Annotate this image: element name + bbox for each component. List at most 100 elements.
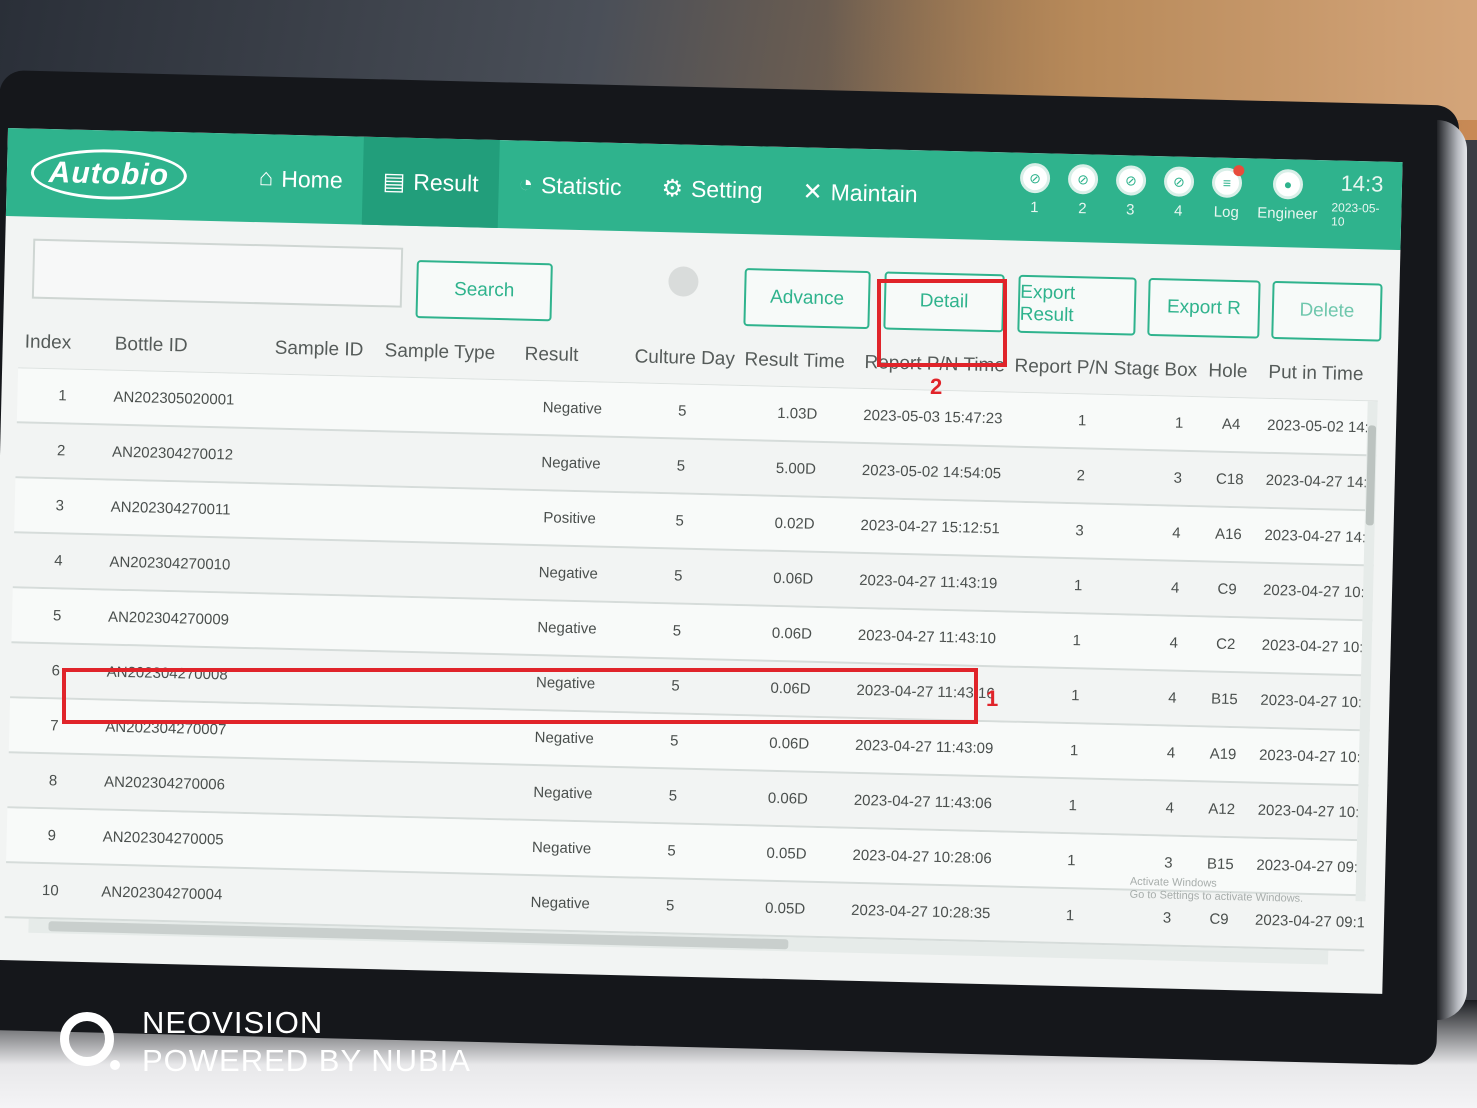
table-cell: 8 bbox=[48, 772, 58, 790]
table-cell: Negative bbox=[541, 454, 601, 473]
table-cell: AN202304270010 bbox=[109, 553, 231, 574]
table-cell: A4 bbox=[1221, 415, 1241, 434]
table-cell: 2023-04-27 10:18:25 bbox=[1261, 636, 1371, 657]
column-header[interactable]: Bottle ID bbox=[108, 333, 268, 359]
drawer-status-3[interactable]: ⊘ 3 bbox=[1113, 165, 1148, 219]
table-cell: 5 bbox=[675, 512, 684, 530]
table-cell: C18 bbox=[1215, 470, 1244, 489]
table-cell: 2023-04-27 14:47:24 bbox=[1265, 471, 1375, 492]
table-cell: 3 bbox=[1173, 469, 1183, 487]
table-cell: B15 bbox=[1206, 855, 1234, 874]
drawer-icon: ⊘ bbox=[1067, 163, 1099, 195]
table-cell: A19 bbox=[1209, 745, 1237, 764]
table-cell bbox=[369, 734, 509, 737]
table-cell bbox=[259, 731, 369, 734]
table-cell: 1.03D bbox=[777, 404, 818, 423]
annotation-label-1: 1 bbox=[986, 686, 999, 711]
home-icon: ⌂ bbox=[258, 164, 274, 192]
drawer-icon: ⊘ bbox=[1115, 165, 1147, 196]
table-cell: 5 bbox=[665, 897, 675, 915]
drawer-status-1[interactable]: ⊘ 1 bbox=[1017, 162, 1052, 217]
status-area: ⊘ 1 ⊘ 2 ⊘ 3 ⊘ 4 ≡ Log ● Engineer 14:3 20… bbox=[1017, 162, 1393, 242]
column-header[interactable]: Report P/N Stage bbox=[1008, 355, 1158, 381]
table-cell: 5 bbox=[669, 732, 679, 750]
document-icon: ▤ bbox=[382, 167, 406, 196]
notification-badge bbox=[1233, 164, 1245, 177]
tab-result[interactable]: ▤ Result bbox=[361, 136, 500, 228]
table-cell: 1 bbox=[1174, 414, 1184, 432]
table-cell: Negative bbox=[534, 729, 595, 748]
table-cell: 9 bbox=[47, 827, 57, 845]
tab-setting[interactable]: ⚙ Setting bbox=[640, 144, 783, 235]
column-header[interactable]: Result bbox=[518, 343, 629, 368]
delete-button[interactable]: Delete bbox=[1271, 280, 1383, 342]
drawer-label: 1 bbox=[1029, 199, 1039, 217]
camera-logo-dot bbox=[110, 1060, 120, 1070]
table-cell bbox=[373, 569, 513, 572]
drawer-status-4[interactable]: ⊘ 4 bbox=[1161, 166, 1196, 220]
table-cell: Negative bbox=[531, 839, 592, 858]
table-cell: AN202304270006 bbox=[103, 773, 226, 794]
table-cell: 5 bbox=[52, 607, 62, 625]
drawer-status-2[interactable]: ⊘ 2 bbox=[1065, 163, 1100, 218]
table-cell: 1 bbox=[58, 387, 67, 405]
table-cell: 4 bbox=[1172, 524, 1181, 542]
table-cell bbox=[257, 841, 367, 844]
table-cell: 0.06D bbox=[771, 624, 813, 643]
table-cell bbox=[372, 624, 512, 627]
table-cell: 2023-05-02 14:54:05 bbox=[861, 461, 1002, 483]
table-cell: AN202304270004 bbox=[101, 883, 223, 904]
column-header[interactable]: Sample ID bbox=[268, 337, 379, 362]
export-r-button[interactable]: Export R bbox=[1147, 277, 1261, 339]
search-input[interactable] bbox=[31, 238, 404, 308]
clock: 14:3 2023-05-10 bbox=[1331, 170, 1392, 229]
table-cell: 10 bbox=[41, 882, 59, 900]
table-cell: C9 bbox=[1209, 910, 1229, 929]
table-cell: AN202304270012 bbox=[111, 443, 234, 464]
tab-maintain[interactable]: ✕ Maintain bbox=[782, 147, 939, 239]
tab-maintain-label: Maintain bbox=[830, 178, 918, 207]
table-cell: 2023-04-27 10:17:39 bbox=[1257, 801, 1367, 822]
table-cell: 4 bbox=[54, 552, 63, 570]
table-cell: 3 bbox=[1075, 522, 1084, 540]
column-header[interactable]: Index bbox=[19, 331, 110, 355]
table-cell: 2023-04-27 09:16:06 bbox=[1254, 911, 1365, 932]
tab-statistic[interactable]: ◔ Statistic bbox=[497, 140, 642, 231]
table-cell bbox=[263, 566, 373, 569]
clock-date: 2023-05-10 bbox=[1330, 200, 1380, 229]
tab-home[interactable]: ⌂ Home bbox=[238, 134, 364, 225]
table-cell: 2 bbox=[1076, 467, 1086, 485]
drawer-label: 3 bbox=[1125, 201, 1135, 219]
column-header[interactable]: Box bbox=[1158, 359, 1203, 382]
scrollbar-thumb[interactable] bbox=[1365, 425, 1377, 526]
table-cell: 5.00D bbox=[775, 459, 817, 478]
column-header[interactable]: Result Time bbox=[738, 348, 859, 373]
drawer-label: 4 bbox=[1173, 202, 1183, 220]
table-cell: 0.06D bbox=[773, 569, 814, 588]
table-cell bbox=[376, 459, 516, 462]
user-button[interactable]: ● Engineer bbox=[1257, 168, 1318, 223]
column-header[interactable]: Hole bbox=[1202, 360, 1263, 383]
export-result-button[interactable]: Export Result bbox=[1017, 274, 1137, 336]
table-cell: 2 bbox=[56, 442, 66, 460]
column-header[interactable]: Culture Day bbox=[628, 346, 739, 371]
log-button[interactable]: ≡ Log bbox=[1209, 164, 1245, 221]
search-button[interactable]: Search bbox=[415, 260, 553, 322]
table-cell: C2 bbox=[1215, 635, 1236, 654]
table-cell: 5 bbox=[672, 622, 682, 640]
table-cell: AN202304270009 bbox=[107, 608, 230, 629]
table-cell bbox=[262, 621, 372, 624]
annotation-label-2: 2 bbox=[930, 374, 943, 399]
table-cell: Negative bbox=[533, 784, 593, 803]
table-cell bbox=[368, 788, 508, 791]
column-header[interactable]: Put in Time bbox=[1262, 361, 1378, 386]
advance-button[interactable]: Advance bbox=[743, 268, 871, 330]
drawer-icon: ⊘ bbox=[1163, 166, 1195, 197]
tab-statistic-label: Statistic bbox=[540, 171, 622, 200]
column-header[interactable]: Sample Type bbox=[378, 340, 518, 365]
table-cell: 1 bbox=[1067, 852, 1076, 870]
table-cell: AN202304270005 bbox=[102, 828, 224, 849]
user-glyph-icon bbox=[668, 266, 699, 297]
table-cell: A12 bbox=[1208, 800, 1236, 819]
table-cell bbox=[258, 786, 368, 789]
